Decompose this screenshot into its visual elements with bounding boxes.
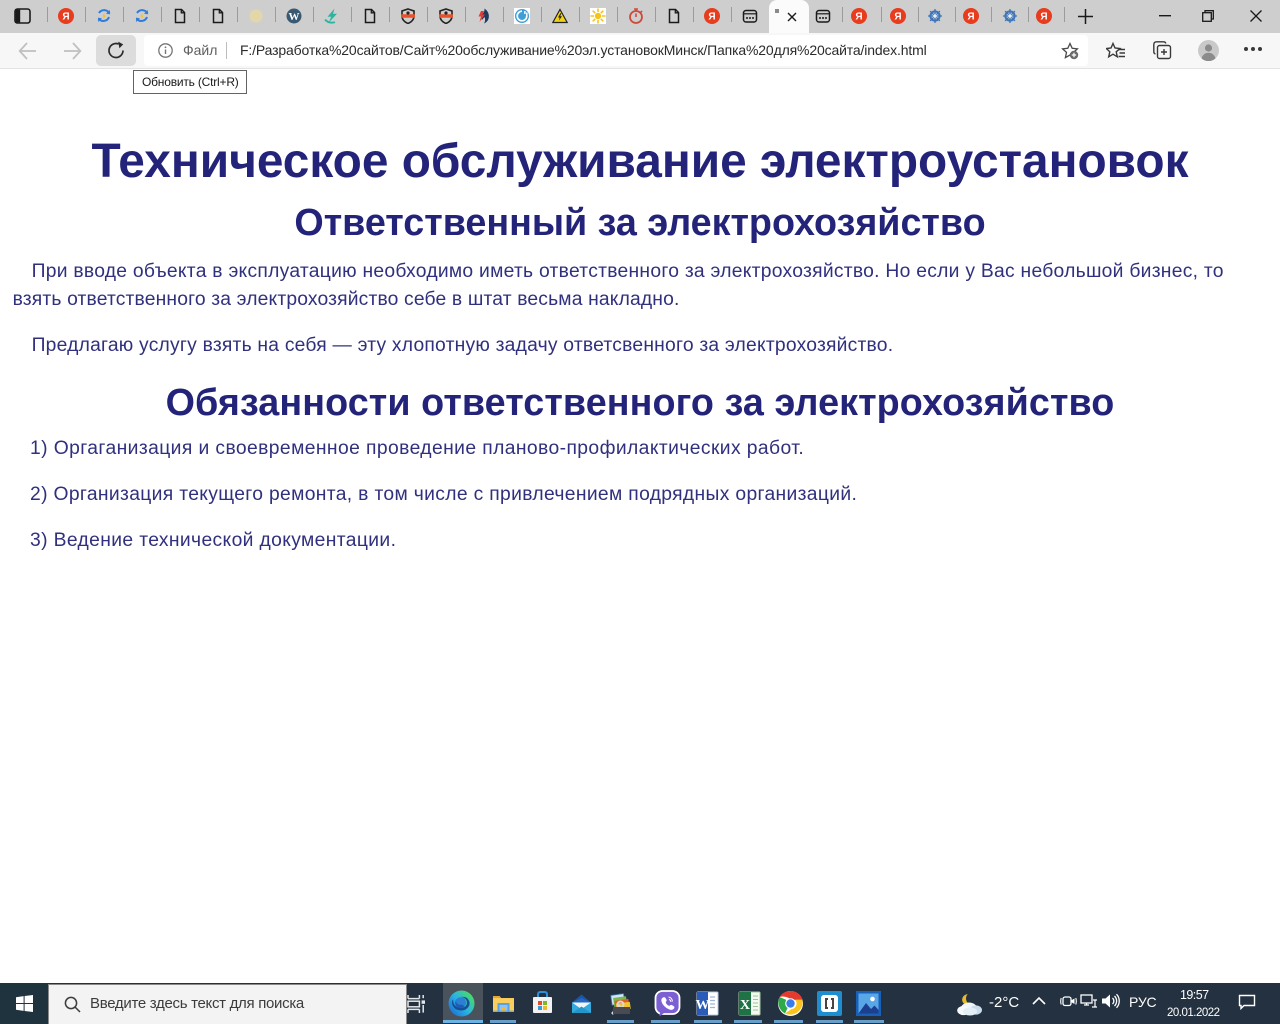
svg-text:X: X (740, 998, 750, 1013)
svg-text:Я: Я (967, 12, 974, 23)
svg-text:Я: Я (62, 12, 69, 23)
svg-text:Я: Я (894, 12, 901, 23)
svg-text:Я: Я (708, 12, 715, 23)
svg-text:Я: Я (855, 12, 862, 23)
svg-text:Я: Я (1040, 12, 1047, 23)
svg-text:W: W (289, 11, 300, 23)
svg-text:W: W (696, 998, 710, 1013)
